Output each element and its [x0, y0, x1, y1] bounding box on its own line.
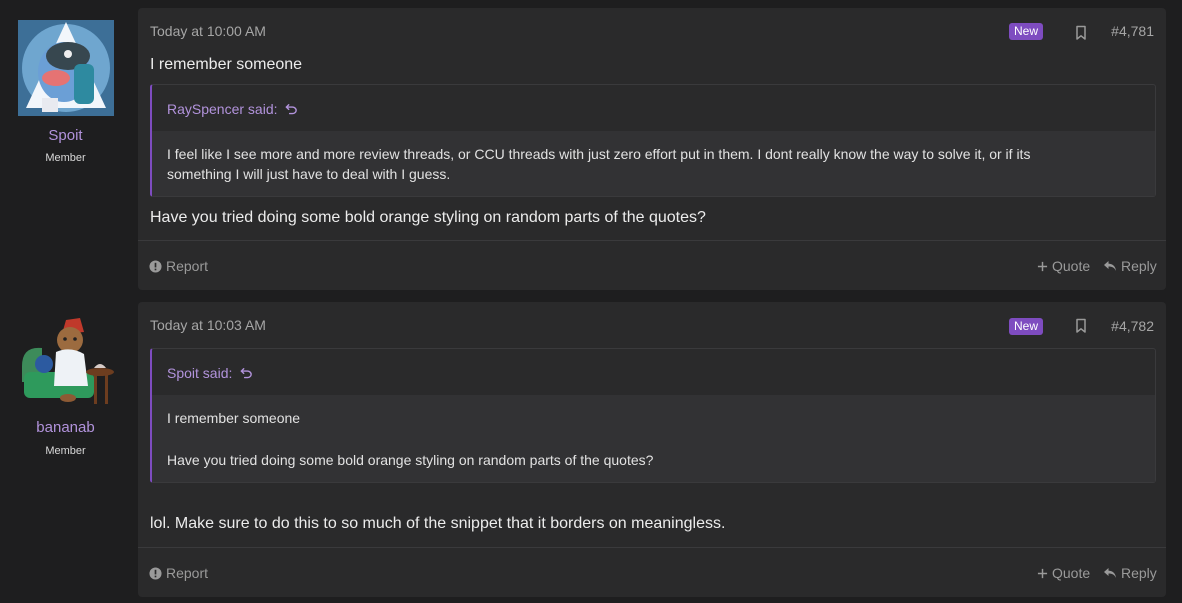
post-intro-text: I remember someone — [150, 56, 303, 73]
report-button[interactable]: Report — [149, 258, 208, 274]
jump-to-quote-icon[interactable] — [285, 102, 298, 115]
avatar[interactable] — [18, 312, 114, 408]
post-timestamp[interactable]: Today at 10:00 AM — [150, 23, 266, 39]
quote-header: RaySpencer said: — [152, 85, 1155, 131]
reply-label: Reply — [1121, 258, 1157, 274]
quote-line: something I will just have to deal with … — [167, 166, 451, 182]
post-number[interactable]: #4,782 — [1111, 318, 1154, 334]
plus-icon — [1037, 568, 1048, 578]
post-number[interactable]: #4,781 — [1111, 23, 1154, 39]
quote-label: Quote — [1052, 565, 1091, 581]
avatar[interactable] — [18, 20, 114, 116]
post-footer: Report Quote Reply — [138, 240, 1166, 290]
reply-button[interactable]: Reply — [1103, 258, 1157, 274]
jump-to-quote-icon[interactable] — [240, 366, 253, 379]
reply-arrow-icon — [1104, 568, 1116, 578]
user-title: Member — [45, 445, 86, 457]
post: Spoit Member Today at 10:00 AM New #4,78… — [0, 8, 1182, 290]
report-icon — [149, 259, 162, 273]
report-label: Report — [166, 258, 209, 274]
user-title: Member — [45, 152, 86, 164]
quote-label: Quote — [1052, 258, 1091, 274]
username[interactable]: Spoit — [0, 127, 131, 144]
quote-line: I feel like I see more and more review t… — [167, 146, 1031, 162]
quote-line: Have you tried doing some bold orange st… — [167, 452, 654, 468]
quote-block: Spoit said: I remember someone Have you … — [150, 348, 1156, 483]
quote-line: I remember someone — [167, 410, 301, 426]
reply-button[interactable]: Reply — [1103, 565, 1157, 581]
quote-body: I feel like I see more and more review t… — [152, 131, 1155, 196]
report-label: Report — [166, 565, 209, 581]
post: bananab Member Today at 10:03 AM New #4,… — [0, 302, 1182, 597]
post-card: Today at 10:03 AM New #4,782 Spoit said:… — [138, 302, 1166, 597]
quote-attribution[interactable]: RaySpencer said: — [167, 101, 298, 117]
quote-attribution[interactable]: Spoit said: — [167, 365, 253, 381]
new-badge: New — [1009, 23, 1044, 40]
post-footer: Report Quote Reply — [138, 547, 1166, 597]
post-card: Today at 10:00 AM New #4,781 I remember … — [138, 8, 1166, 290]
quote-button[interactable]: Quote — [1037, 565, 1090, 581]
reply-arrow-icon — [1104, 261, 1116, 271]
reply-label: Reply — [1121, 565, 1157, 581]
report-button[interactable]: Report — [149, 565, 208, 581]
post-timestamp[interactable]: Today at 10:03 AM — [150, 317, 266, 333]
username[interactable]: bananab — [0, 419, 131, 436]
quote-button[interactable]: Quote — [1037, 258, 1090, 274]
plus-icon — [1037, 261, 1048, 271]
post-body-text: lol. Make sure to do this to so much of … — [150, 515, 726, 532]
bookmark-icon[interactable] — [1074, 318, 1088, 334]
quote-header: Spoit said: — [152, 349, 1155, 395]
bookmark-icon[interactable] — [1074, 25, 1088, 41]
new-badge: New — [1009, 318, 1044, 335]
quote-body: I remember someone Have you tried doing … — [152, 395, 1155, 482]
quote-block: RaySpencer said: I feel like I see more … — [150, 84, 1156, 197]
post-body-text: Have you tried doing some bold orange st… — [150, 209, 706, 226]
report-icon — [149, 566, 162, 580]
